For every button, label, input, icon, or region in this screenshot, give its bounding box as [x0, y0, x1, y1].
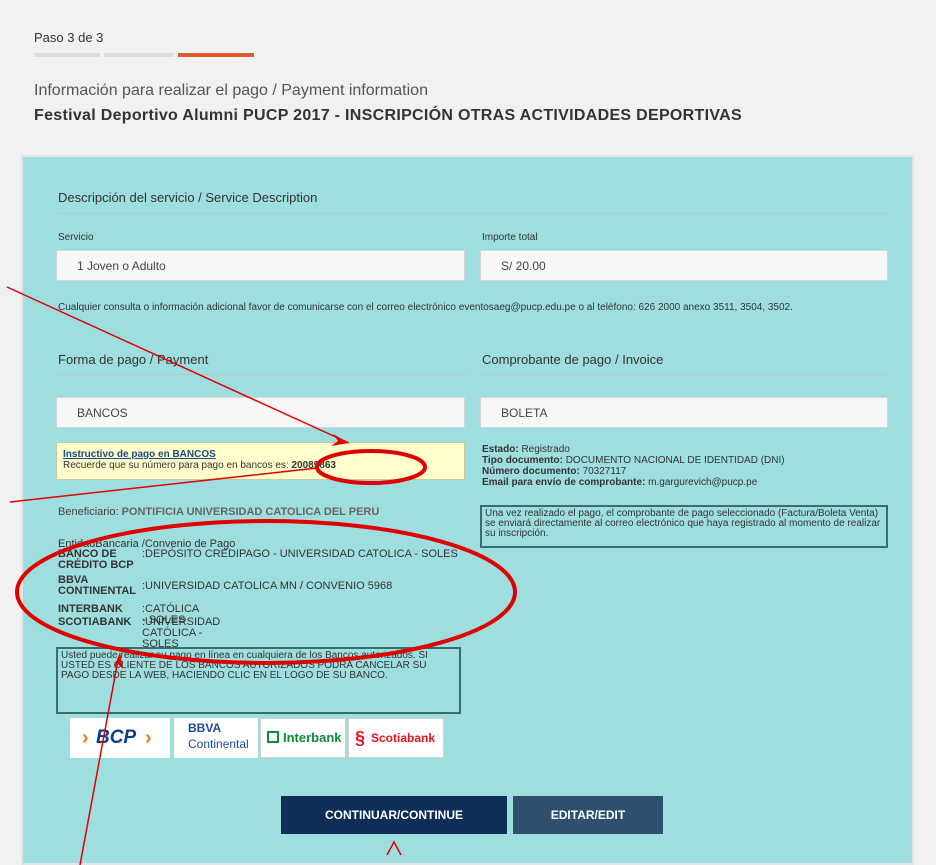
bank-value: :UNIVERSIDAD CATOLICA MN / CONVENIO 5968: [142, 580, 393, 592]
bbva-logo-text: BBVA: [188, 721, 222, 735]
bank-name: INTERBANK: [58, 603, 123, 615]
page: Paso 3 de 3 Información para realizar el…: [0, 0, 936, 865]
bank-value: :UNIVERSIDAD CATÓLICA - SOLES: [142, 616, 221, 650]
divider: [482, 374, 888, 375]
bank-payment-info: Instructivo de pago en BANCOS Recuerde q…: [56, 442, 465, 480]
payment-code: 20089863: [291, 460, 337, 471]
bcp-chevron-icon: ›: [82, 727, 89, 749]
importe-field: S/ 20.00: [480, 250, 888, 281]
servicio-field: 1 Joven o Adulto: [56, 250, 465, 281]
num-doc-label: Número documento:: [482, 466, 583, 477]
payment-heading: Forma de pago / Payment: [58, 352, 209, 367]
beneficiario: Beneficiario: PONTIFICIA UNIVERSIDAD CAT…: [58, 506, 379, 518]
instructivo-link[interactable]: Instructivo de pago en BANCOS: [63, 449, 216, 460]
continue-button[interactable]: CONTINUAR/CONTINUE: [281, 796, 507, 834]
invoice-heading: Comprobante de pago / Invoice: [482, 352, 664, 367]
progress-step-1: [34, 53, 100, 57]
email-label: Email para envío de comprobante:: [482, 477, 649, 488]
invoice-details: Estado: Registrado Tipo documento: DOCUM…: [482, 444, 785, 488]
recuerde-text: Recuerde que su número para pago en banc…: [63, 460, 292, 471]
bcp-logo-button[interactable]: › BCP ›: [70, 718, 170, 758]
beneficiario-label: Beneficiario:: [58, 506, 122, 518]
bank-name: SCOTIABANK: [58, 616, 132, 628]
continental-logo-text: Continental: [188, 737, 249, 751]
bank-name: BBVA CONTINENTAL: [58, 574, 137, 597]
beneficiario-value: PONTIFICIA UNIVERSIDAD CATOLICA DEL PERU: [121, 506, 380, 518]
bcp-logo-text: BCP: [96, 727, 137, 748]
tipo-doc-value: DOCUMENTO NACIONAL DE IDENTIDAD (DNI): [565, 455, 785, 466]
progress-step-2: [104, 53, 174, 57]
scotiabank-logo-button[interactable]: § Scotiabank: [348, 718, 444, 758]
bank-value: :DEPÓSITO CREDIPAGO - UNIVERSIDAD CATOLI…: [142, 548, 458, 560]
payment-method-field: BANCOS: [56, 397, 465, 428]
bcp-chevron-icon: ›: [145, 727, 152, 749]
step-progress: [34, 53, 254, 57]
interbank-logo-button[interactable]: Interbank: [260, 718, 346, 758]
page-title: Festival Deportivo Alumni PUCP 2017 - IN…: [34, 107, 742, 124]
interbank-logo-text: Interbank: [283, 730, 342, 745]
edit-button[interactable]: EDITAR/EDIT: [513, 796, 663, 834]
tipo-doc-label: Tipo documento:: [482, 455, 566, 466]
estado-value: Registrado: [521, 444, 570, 455]
email-value: m.gargurevich@pucp.pe: [648, 477, 758, 488]
progress-step-3-active: [178, 53, 254, 57]
invoice-notice: Una vez realizado el pago, el comprobant…: [480, 505, 888, 548]
bank-name: BANCO DE CRÉDITO BCP: [58, 548, 134, 571]
importe-label: Importe total: [482, 232, 538, 243]
step-indicator: Paso 3 de 3: [34, 30, 104, 45]
online-payment-notice: Usted puede realizar su pago en línea en…: [56, 647, 461, 714]
invoice-type-field: BOLETA: [480, 397, 888, 428]
scotiabank-s-icon: §: [355, 728, 366, 748]
estado-label: Estado:: [482, 444, 522, 455]
divider: [58, 213, 888, 214]
divider: [58, 374, 466, 375]
scotiabank-logo-text: Scotiabank: [371, 731, 436, 745]
page-subtitle: Información para realizar el pago / Paym…: [34, 82, 428, 99]
contact-info: Cualquier consulta o información adicion…: [58, 302, 793, 313]
interbank-square-icon: [267, 731, 279, 743]
bbva-logo-button[interactable]: BBVA Continental: [174, 718, 258, 758]
service-description-heading: Descripción del servicio / Service Descr…: [58, 190, 318, 205]
servicio-label: Servicio: [58, 232, 94, 243]
num-doc-value: 70327117: [582, 466, 627, 477]
